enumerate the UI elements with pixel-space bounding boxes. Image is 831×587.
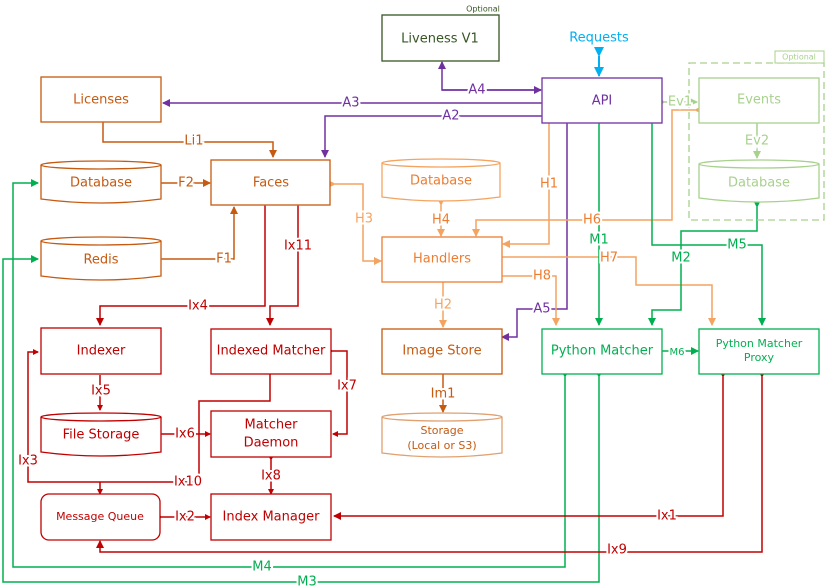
edge-label-h6: H6	[583, 213, 601, 228]
node-image-store[interactable]: Image Store	[381, 328, 503, 375]
faces-database-label: Database	[70, 176, 132, 191]
edge-label-ix4: Ix4	[188, 299, 208, 314]
edge-label-f2: F2	[178, 176, 194, 191]
edge-label-h2: H2	[434, 298, 452, 313]
edge-label-m3: M3	[297, 575, 317, 587]
liveness-optional-tag: Optional	[466, 5, 500, 14]
faces-label: Faces	[253, 176, 289, 191]
edge-label-a2: A2	[442, 109, 459, 124]
edge-label-im1: Im1	[431, 387, 456, 402]
python-matcher-proxy-label: Python Matcher	[716, 337, 803, 350]
edge-label-m6: M6	[670, 347, 685, 358]
events-database-label: Database	[728, 176, 790, 191]
api-label: API	[592, 94, 613, 109]
redis-label: Redis	[83, 253, 118, 268]
edge-label-h7: H7	[600, 251, 618, 266]
edge-label-f1: F1	[216, 252, 232, 267]
node-python-matcher-proxy[interactable]: Python Matcher Proxy	[698, 328, 820, 375]
edge-label-ix1: Ix1	[657, 509, 677, 524]
requests-label: Requests	[569, 31, 629, 46]
message-queue-label: Message Queue	[56, 510, 144, 523]
edge-label-ix8: Ix8	[261, 469, 281, 484]
edge-label-ix5: Ix5	[91, 384, 111, 399]
edge-label-h4: H4	[432, 213, 450, 228]
storage-label: Storage	[420, 424, 463, 437]
node-events-database[interactable]: Database	[698, 159, 820, 203]
edge-a2	[321, 112, 548, 158]
matcher-daemon-label: Matcher	[244, 418, 298, 433]
edge-label-ix3: Ix3	[18, 454, 38, 469]
handlers-label: Handlers	[413, 252, 471, 267]
licenses-label: Licenses	[73, 93, 129, 108]
indexed-matcher-label: Indexed Matcher	[217, 344, 326, 359]
indexer-label: Indexer	[77, 344, 126, 359]
architecture-diagram: Liveness V1 Optional Requests API Licens…	[2, 5, 825, 587]
edge-m2	[648, 200, 761, 326]
node-message-queue[interactable]: Message Queue	[40, 493, 161, 541]
node-handlers-database[interactable]: Database	[381, 158, 501, 202]
edge-label-ix7: Ix7	[337, 379, 357, 394]
node-storage[interactable]: Storage (Local or S3)	[381, 412, 503, 458]
node-file-storage[interactable]: File Storage	[40, 412, 162, 457]
edge-label-m2: M2	[671, 251, 691, 266]
image-store-label: Image Store	[402, 344, 481, 359]
edge-label-ev1: Ev1	[668, 95, 692, 110]
events-label: Events	[737, 93, 781, 108]
node-python-matcher[interactable]: Python Matcher	[541, 328, 663, 375]
node-indexer[interactable]: Indexer	[40, 327, 162, 375]
edge-label-m5: M5	[727, 238, 747, 253]
events-optional-tag: Optional	[782, 53, 816, 62]
edge-label-ix9: Ix9	[607, 543, 627, 558]
edge-label-ev2: Ev2	[745, 134, 769, 149]
node-api[interactable]: API	[541, 77, 663, 124]
edge-label-li1: Li1	[184, 134, 203, 149]
edge-label-ix6: Ix6	[175, 427, 195, 442]
edge-label-ix2: Ix2	[175, 510, 195, 525]
edge-label-h3: H3	[355, 212, 373, 227]
edge-label-ix11: Ix11	[284, 239, 312, 254]
node-faces[interactable]: Faces	[210, 159, 331, 206]
python-matcher-label: Python Matcher	[551, 344, 654, 359]
python-matcher-proxy-sublabel: Proxy	[744, 351, 775, 364]
node-events[interactable]: Events	[698, 77, 820, 124]
edge-label-m4: M4	[252, 560, 272, 575]
edge-m5	[648, 117, 766, 326]
node-index-manager[interactable]: Index Manager	[210, 493, 332, 541]
edge-label-m1: M1	[589, 233, 609, 248]
file-storage-label: File Storage	[63, 428, 140, 443]
node-matcher-daemon[interactable]: Matcher Daemon	[210, 410, 332, 458]
liveness-label: Liveness V1	[401, 32, 479, 47]
edge-label-ix10: Ix10	[174, 475, 202, 490]
storage-sublabel: (Local or S3)	[407, 439, 476, 452]
node-faces-database[interactable]: Database	[40, 160, 162, 204]
edge-a4	[438, 61, 541, 91]
edge-label-a3: A3	[342, 96, 359, 111]
matcher-daemon-sublabel: Daemon	[244, 436, 299, 451]
edge-ix11	[266, 199, 302, 326]
edge-label-h8: H8	[533, 269, 551, 284]
node-redis[interactable]: Redis	[40, 236, 162, 281]
handlers-database-label: Database	[410, 174, 472, 189]
node-indexed-matcher[interactable]: Indexed Matcher	[210, 328, 332, 375]
node-licenses[interactable]: Licenses	[40, 76, 162, 123]
edge-label-h1: H1	[540, 177, 558, 192]
node-handlers[interactable]: Handlers	[381, 236, 503, 283]
edge-label-a5: A5	[533, 302, 550, 317]
node-liveness[interactable]: Liveness V1 Optional	[381, 5, 500, 62]
edge-label-a4: A4	[468, 83, 485, 98]
index-manager-label: Index Manager	[223, 510, 321, 525]
